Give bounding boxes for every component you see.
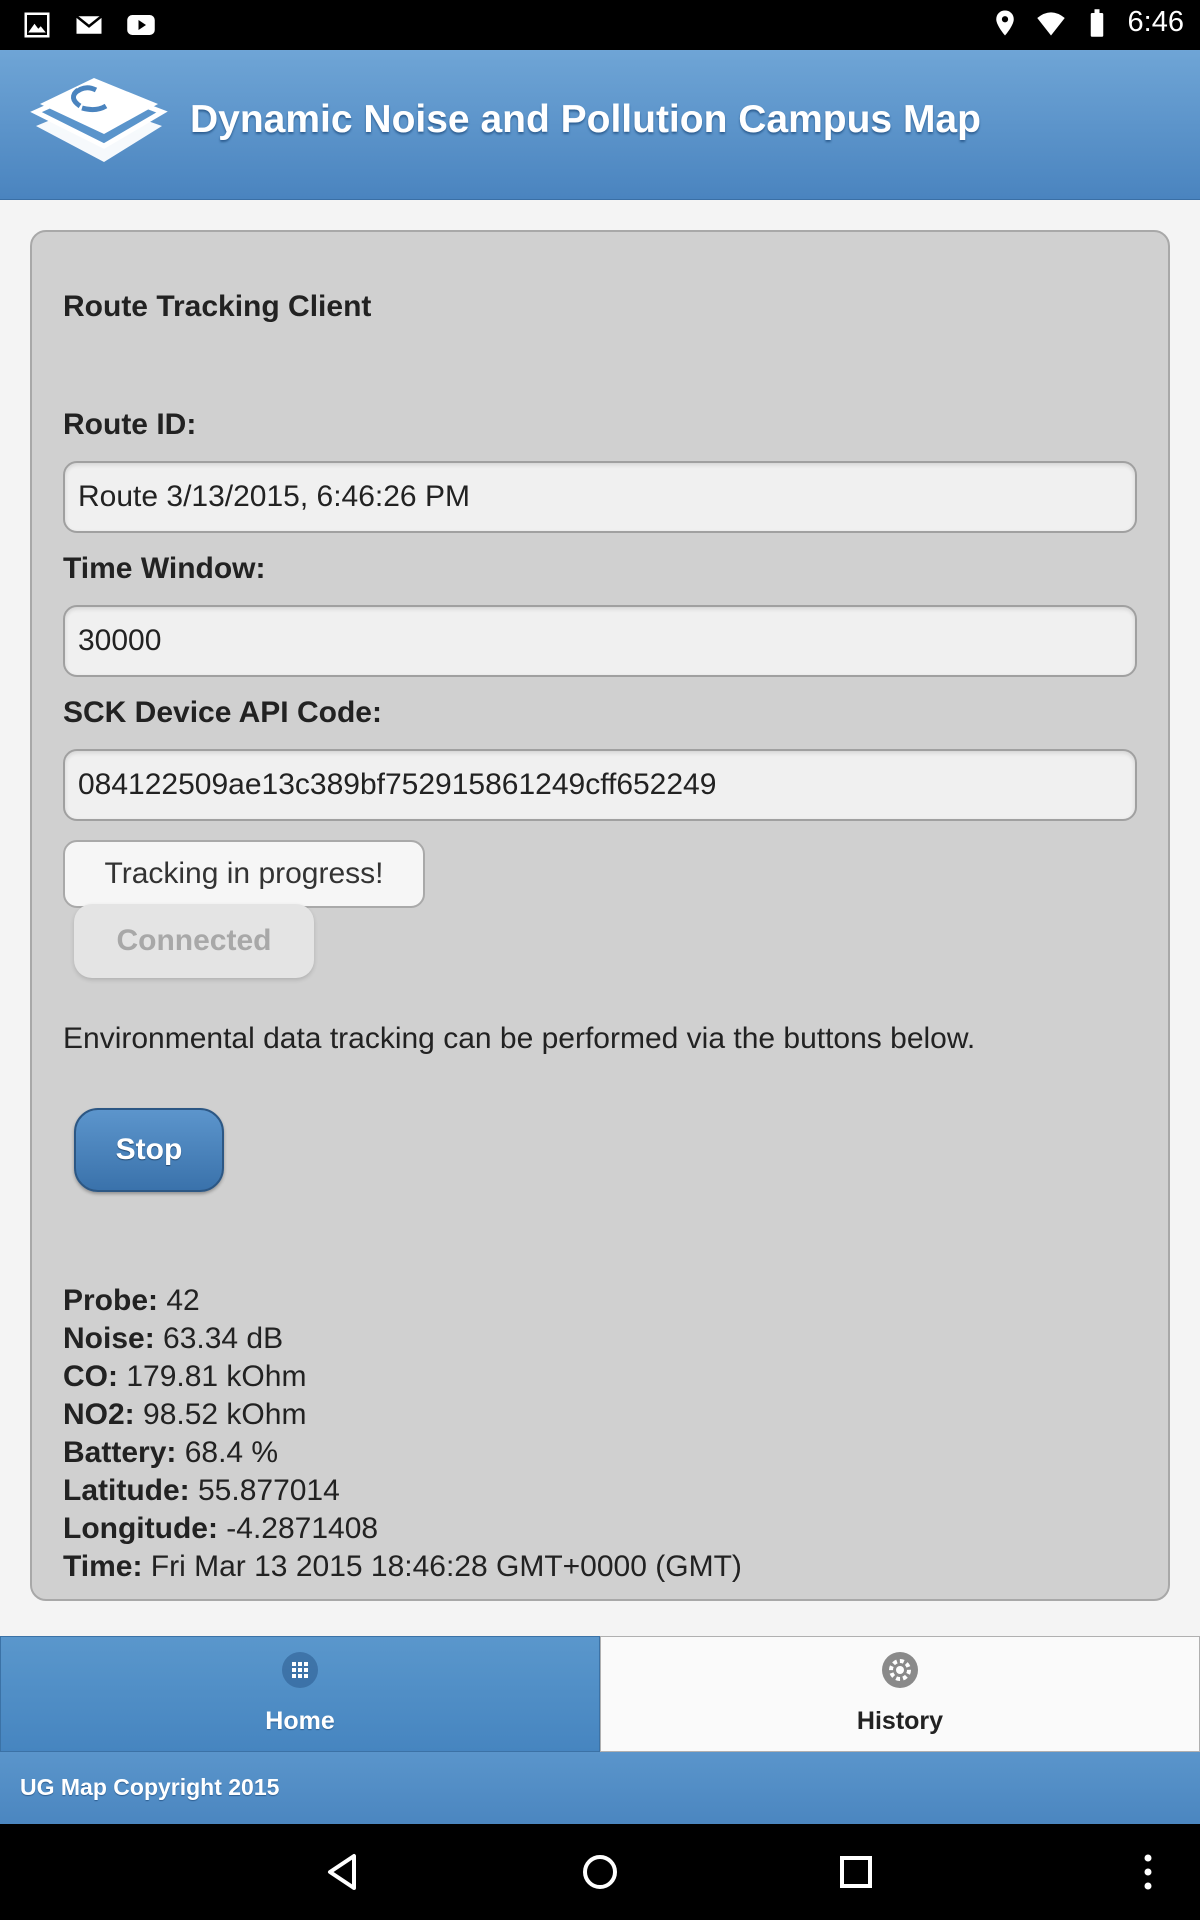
reading-no2: NO2: 98.52 kOhm <box>63 1396 742 1434</box>
reading-label: CO: <box>63 1360 118 1393</box>
reading-value: Fri Mar 13 2015 18:46:28 GMT+0000 (GMT) <box>142 1550 742 1583</box>
tab-home[interactable]: Home <box>0 1636 600 1752</box>
reading-co: CO: 179.81 kOhm <box>63 1358 742 1396</box>
api-code-input[interactable]: 084122509ae13c389bf752915861249cff652249 <box>63 749 1137 821</box>
reading-value: -4.2871408 <box>217 1512 379 1545</box>
footer: UG Map Copyright 2015 <box>0 1752 1200 1824</box>
grid-icon <box>282 1652 318 1688</box>
page-title: Dynamic Noise and Pollution Campus Map <box>190 98 981 141</box>
reading-value: 55.877014 <box>189 1474 340 1507</box>
reading-value: 42 <box>158 1284 200 1317</box>
reading-label: NO2: <box>63 1398 135 1431</box>
copyright-text: UG Map Copyright 2015 <box>20 1774 280 1800</box>
tab-bar: Home History <box>0 1636 1200 1752</box>
reading-label: Noise: <box>63 1322 155 1355</box>
tab-home-label: Home <box>265 1707 335 1735</box>
reading-label: Probe: <box>63 1284 159 1317</box>
reading-probe: Probe: 42 <box>63 1282 742 1320</box>
reading-value: 68.4 % <box>176 1436 279 1469</box>
time-window-label: Time Window: <box>63 552 266 585</box>
reading-longitude: Longitude: -4.2871408 <box>63 1510 742 1548</box>
back-icon[interactable] <box>322 1850 366 1894</box>
recents-icon[interactable] <box>834 1850 878 1894</box>
system-nav-bar <box>0 1824 1200 1920</box>
clock: 6:46 <box>1127 6 1184 38</box>
connected-button: Connected <box>74 904 314 978</box>
reading-noise: Noise: 63.34 dB <box>63 1320 742 1358</box>
location-icon <box>995 10 1014 35</box>
reading-latitude: Latitude: 55.877014 <box>63 1472 742 1510</box>
tab-history[interactable]: History <box>600 1636 1200 1752</box>
stop-button[interactable]: Stop <box>74 1108 224 1192</box>
api-code-label: SCK Device API Code: <box>63 696 382 729</box>
status-bar: 6:46 <box>0 0 1200 50</box>
tab-history-label: History <box>856 1707 944 1735</box>
reading-value: 179.81 kOhm <box>118 1360 307 1393</box>
time-window-input[interactable]: 30000 <box>63 605 1137 677</box>
reading-battery: Battery: 68.4 % <box>63 1434 742 1472</box>
home-circle-icon[interactable] <box>578 1850 622 1894</box>
card-title: Route Tracking Client <box>63 290 372 323</box>
battery-icon <box>1090 8 1103 37</box>
app-screen: 6:46 Dynamic Noise and Pollution Campus … <box>0 0 1200 1920</box>
reading-label: Time: <box>63 1550 143 1583</box>
youtube-icon <box>127 15 155 35</box>
tracking-status-button[interactable]: Tracking in progress! <box>63 840 425 908</box>
route-id-label: Route ID: <box>63 408 197 441</box>
sensor-readings: Probe: 42 Noise: 63.34 dB CO: 179.81 kOh… <box>63 1282 742 1586</box>
reading-value: 63.34 dB <box>154 1322 284 1355</box>
mail-icon <box>75 15 103 34</box>
reading-label: Latitude: <box>63 1474 190 1507</box>
reading-time: Time: Fri Mar 13 2015 18:46:28 GMT+0000 … <box>63 1548 742 1586</box>
route-tracking-card: Route Tracking Client Route ID: Route 3/… <box>30 230 1170 1601</box>
info-text: Environmental data tracking can be perfo… <box>63 1022 976 1055</box>
reading-value: 98.52 kOhm <box>134 1398 307 1431</box>
campus-map-logo <box>30 78 168 162</box>
wifi-icon <box>1036 11 1065 35</box>
reading-label: Battery: <box>63 1436 177 1469</box>
reading-label: Longitude: <box>63 1512 218 1545</box>
overflow-menu-icon[interactable] <box>1126 1850 1170 1894</box>
gear-icon <box>882 1652 918 1688</box>
route-id-input[interactable]: Route 3/13/2015, 6:46:26 PM <box>63 461 1137 533</box>
app-header: Dynamic Noise and Pollution Campus Map <box>0 50 1200 200</box>
image-icon <box>24 12 50 38</box>
